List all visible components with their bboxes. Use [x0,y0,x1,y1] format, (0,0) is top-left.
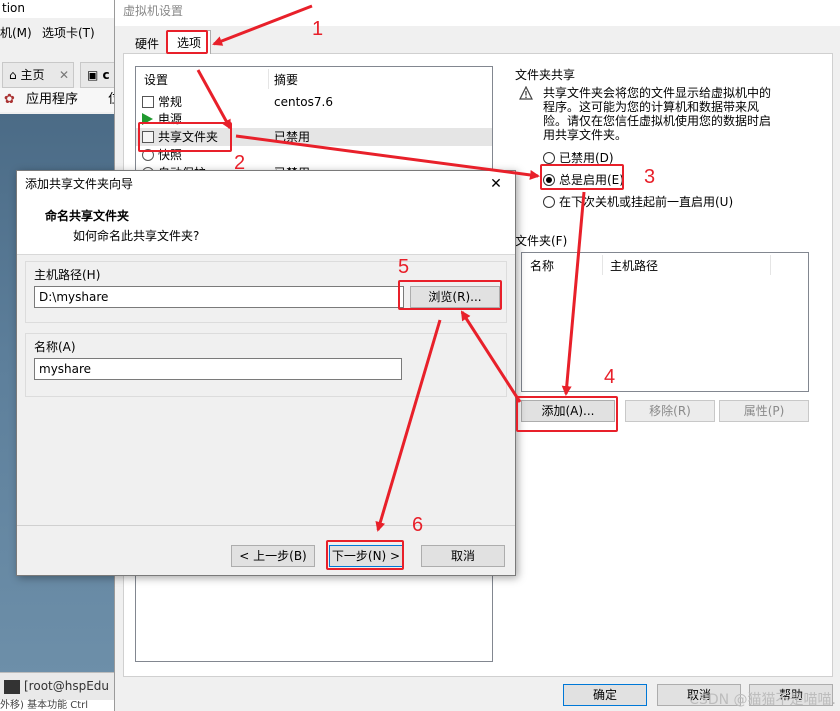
settings-row-power[interactable]: 电源 [136,110,492,128]
vm-icon: ▣ [87,68,99,82]
browse-button[interactable]: 浏览(R)... [410,286,500,308]
tab-options[interactable]: 选项 [167,30,211,54]
radio-label: 已禁用(D) [559,151,614,165]
step-number-6: 6 [412,514,424,536]
column-header-host-path[interactable]: 主机路径 [610,257,658,275]
column-divider [602,255,603,275]
step-number-2: 2 [234,152,246,174]
snapshot-icon [142,149,154,161]
wizard-cancel-button[interactable]: 取消 [421,545,505,567]
wizard-heading: 命名共享文件夹 [45,209,130,223]
tab-hardware[interactable]: 硬件 [127,34,167,54]
folder-sharing-group-label: 文件夹共享 [515,68,576,82]
column-header-name[interactable]: 名称 [530,257,554,275]
back-button[interactable]: < 上一步(B) [231,545,315,567]
radio-button[interactable] [543,196,555,208]
power-icon [142,113,153,125]
shared-folders-table: 名称 主机路径 [521,252,809,392]
remove-button[interactable]: 移除(R) [625,400,715,422]
terminal-icon [4,679,20,694]
name-label: 名称(A) [34,340,76,354]
tab-home[interactable]: ⌂ 主页 ✕ [2,62,74,88]
column-divider [268,69,269,89]
host-path-group: 主机路径(H) D:\myshare 浏览(R)... [25,261,507,323]
wizard-footer-divider [17,525,515,526]
wizard-subheading: 如何命名此共享文件夹? [73,229,200,243]
terminal-label: [root@hspEdu [24,679,110,693]
next-button[interactable]: 下一步(N) > [329,545,403,567]
close-icon[interactable]: ✕ [487,174,505,194]
menu-item-tabs[interactable]: 选项卡(T) [42,22,95,44]
watermark: CSDN @猫猫不是喵喵. [689,692,836,708]
step-number-5: 5 [398,256,410,278]
name-group: 名称(A) myshare [25,333,507,397]
close-icon[interactable]: ✕ [59,63,69,87]
radio-label: 总是启用(E) [559,173,624,187]
step-number-1: 1 [312,18,324,40]
background-tabbar: ⌂ 主页 ✕ ▣ c [0,60,120,88]
dialog-title: 虚拟机设置 [115,0,840,26]
wizard-header: 命名共享文件夹 如何命名此共享文件夹? [17,199,515,255]
step-number-3: 3 [644,166,656,188]
radio-label: 在下次关机或挂起前一直启用(U) [559,195,734,209]
settings-row-shared-folders[interactable]: 共享文件夹 已禁用 [136,128,492,146]
row-name: 快照 [158,148,183,162]
row-summary: 已禁用 [274,130,311,144]
add-button[interactable]: 添加(A)... [521,400,615,422]
column-header-summary[interactable]: 摘要 [274,71,298,89]
background-window-title: tion [0,0,120,18]
tab-home-label: 主页 [20,68,45,82]
properties-button[interactable]: 属性(P) [719,400,809,422]
ok-button[interactable]: 确定 [563,684,647,706]
general-icon [142,96,154,108]
background-status-text: 外移) 基本功能 Ctrl [0,700,120,711]
row-name: 电源 [158,112,183,126]
warning-text: 共享文件夹会将您的文件显示给虚拟机中的程序。这可能为您的计算机和数据带来风险。请… [543,86,772,142]
host-path-label: 主机路径(H) [34,268,101,282]
settings-row-general[interactable]: 常规 centos7.6 [136,93,492,111]
radio-button[interactable] [543,152,555,164]
gnome-icon: ✿ [4,92,15,107]
shared-folder-icon [142,131,154,143]
warning-icon [519,86,533,100]
terminal-taskbar-item[interactable]: [root@hspEdu [0,672,118,700]
step-number-4: 4 [604,366,616,388]
wizard-title: 添加共享文件夹向导 [17,171,515,199]
home-icon: ⌂ [9,68,17,82]
folders-group-label: 文件夹(F) [515,234,568,248]
host-path-input[interactable]: D:\myshare [34,286,404,308]
row-name: 共享文件夹 [158,130,219,144]
applications-menu[interactable]: 应用程序 [26,88,78,112]
row-name: 常规 [158,95,183,109]
column-divider [770,255,771,275]
add-shared-folder-wizard: 添加共享文件夹向导 ✕ 命名共享文件夹 如何命名此共享文件夹? 主机路径(H) … [16,170,516,576]
settings-row-snapshot[interactable]: 快照 [136,146,492,164]
column-header-setting[interactable]: 设置 [144,71,168,89]
tab-vm-label: c [102,68,110,82]
background-guest-toolbar: ✿ 应用程序 位 [0,88,121,112]
background-menubar: 机(M) 选项卡(T) [0,22,120,44]
row-summary: centos7.6 [274,95,333,109]
name-input[interactable]: myshare [34,358,402,380]
radio-button-selected[interactable] [543,174,555,186]
menu-item-machine[interactable]: 机(M) [0,22,32,44]
